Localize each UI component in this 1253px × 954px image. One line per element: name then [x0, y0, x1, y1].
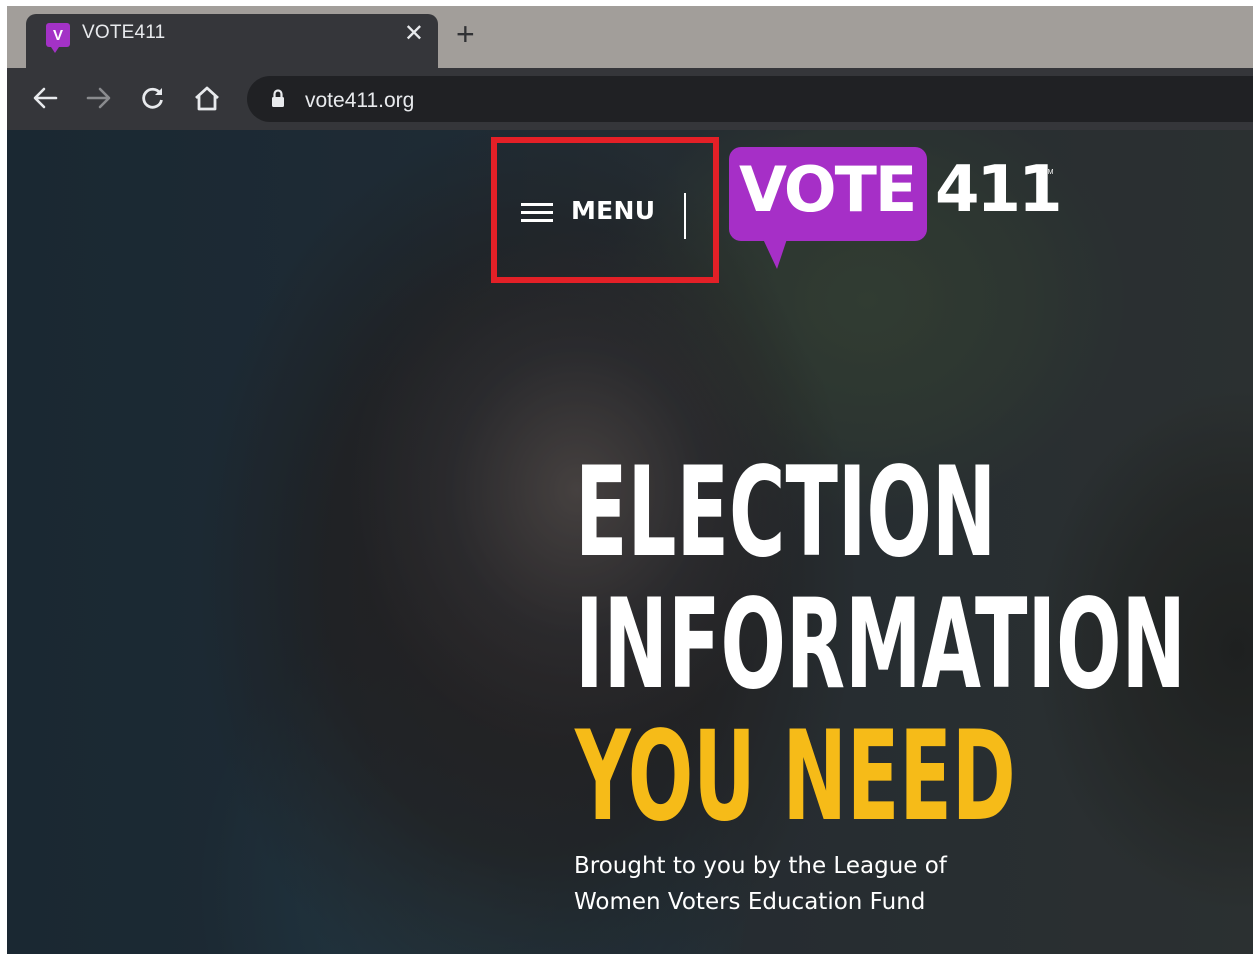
- subheadline-line-1: Brought to you by the League of: [574, 853, 947, 879]
- headline-line-2: INFORMATION: [575, 573, 1186, 717]
- new-tab-button[interactable]: +: [456, 16, 475, 52]
- logo-word: VOTE: [739, 153, 917, 226]
- back-arrow-icon[interactable]: [29, 82, 61, 114]
- headline-line-3: YOU NEED: [575, 705, 1016, 849]
- address-bar[interactable]: vote411.org: [247, 76, 1253, 122]
- subheadline-line-2: Women Voters Education Fund: [574, 889, 926, 915]
- logo-service-mark: SM: [1043, 169, 1054, 176]
- menu-button[interactable]: MENU: [491, 137, 719, 283]
- menu-divider: [684, 193, 686, 239]
- vote411-favicon-icon: V: [46, 23, 70, 53]
- hamburger-menu-icon: [521, 203, 553, 225]
- logo-number[interactable]: 411: [935, 155, 1063, 225]
- lock-icon: [271, 88, 285, 108]
- vote411-logo[interactable]: VOTE: [729, 147, 927, 269]
- reload-icon[interactable]: [137, 82, 169, 114]
- url-text: vote411.org: [305, 89, 415, 112]
- favicon-letter: V: [52, 26, 63, 44]
- tab-title: VOTE411: [82, 22, 166, 43]
- home-icon[interactable]: [191, 82, 223, 114]
- hero-section: MENU VOTE 411 SM ELECTION INFORMATION YO…: [7, 130, 1253, 954]
- menu-label: MENU: [571, 196, 656, 225]
- tab-close-icon[interactable]: ✕: [404, 19, 424, 49]
- browser-tab[interactable]: V VOTE411 ✕: [26, 14, 438, 68]
- browser-tabstrip: V VOTE411 ✕ +: [7, 6, 1253, 68]
- forward-arrow-icon[interactable]: [83, 82, 115, 114]
- browser-toolbar: vote411.org: [7, 68, 1253, 130]
- headline-line-1: ELECTION: [575, 441, 997, 585]
